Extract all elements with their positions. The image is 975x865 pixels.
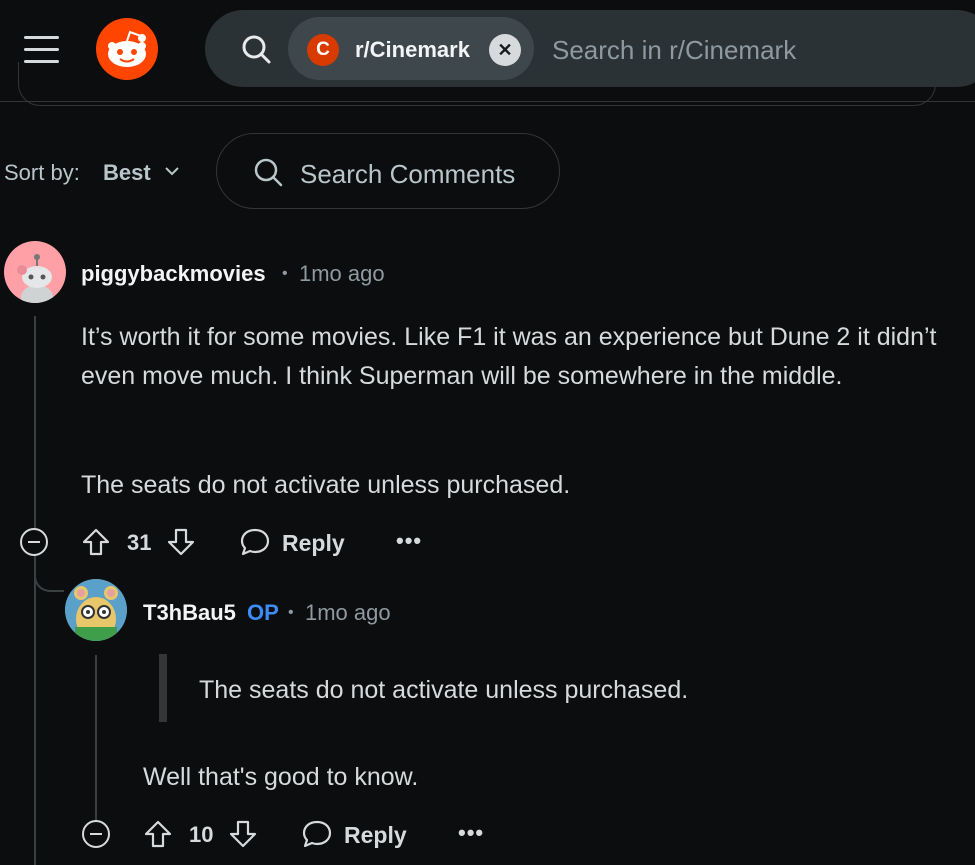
avatar[interactable] bbox=[65, 579, 127, 641]
subreddit-icon: C bbox=[307, 34, 339, 66]
more-options-button[interactable]: ••• bbox=[396, 526, 422, 556]
upvote-icon[interactable] bbox=[143, 819, 173, 849]
vote-count: 10 bbox=[189, 822, 214, 847]
collapse-button[interactable] bbox=[82, 820, 110, 848]
thread-line[interactable] bbox=[34, 558, 36, 865]
meta-separator: • bbox=[282, 265, 288, 282]
menu-icon[interactable] bbox=[24, 34, 60, 66]
header-border bbox=[0, 101, 975, 102]
search-input[interactable]: Search in r/Cinemark bbox=[552, 34, 796, 66]
chevron-down-icon[interactable] bbox=[163, 162, 181, 180]
reply-icon[interactable] bbox=[301, 819, 333, 849]
quote-bar bbox=[159, 654, 167, 722]
thread-line[interactable] bbox=[34, 316, 36, 531]
subreddit-chip-label: r/Cinemark bbox=[355, 37, 470, 62]
reply-button[interactable]: Reply bbox=[282, 528, 345, 558]
comment-body: The seats do not activate unless purchas… bbox=[81, 471, 571, 499]
comment-username[interactable]: T3hBau5 bbox=[143, 598, 236, 628]
comment-body: Well that's good to know. bbox=[143, 763, 419, 791]
downvote-icon[interactable] bbox=[228, 819, 258, 849]
quoted-text: The seats do not activate unless purchas… bbox=[199, 676, 689, 704]
collapse-button[interactable] bbox=[20, 528, 48, 556]
upvote-icon[interactable] bbox=[81, 527, 111, 557]
reply-icon[interactable] bbox=[239, 527, 271, 557]
thread-line[interactable] bbox=[95, 655, 97, 820]
meta-separator: • bbox=[288, 604, 294, 621]
downvote-icon[interactable] bbox=[166, 527, 196, 557]
op-badge: OP bbox=[247, 600, 279, 625]
comment-body: It’s worth it for some movies. Like F1 i… bbox=[81, 323, 937, 390]
comment-username[interactable]: piggybackmovies bbox=[81, 259, 266, 289]
search-icon[interactable] bbox=[240, 33, 272, 65]
reply-button[interactable]: Reply bbox=[344, 820, 407, 850]
comment-search-input[interactable]: Search Comments bbox=[300, 158, 515, 190]
comment-timestamp[interactable]: 1mo ago bbox=[305, 598, 391, 628]
more-options-button[interactable]: ••• bbox=[458, 818, 484, 848]
avatar[interactable] bbox=[4, 241, 66, 303]
reddit-logo[interactable] bbox=[96, 18, 158, 80]
sort-dropdown[interactable]: Best bbox=[103, 158, 151, 188]
vote-count: 31 bbox=[127, 530, 152, 555]
close-icon[interactable]: ✕ bbox=[489, 34, 521, 66]
sort-label: Sort by: bbox=[4, 160, 80, 185]
search-icon bbox=[253, 157, 283, 187]
comment-timestamp[interactable]: 1mo ago bbox=[299, 259, 385, 289]
